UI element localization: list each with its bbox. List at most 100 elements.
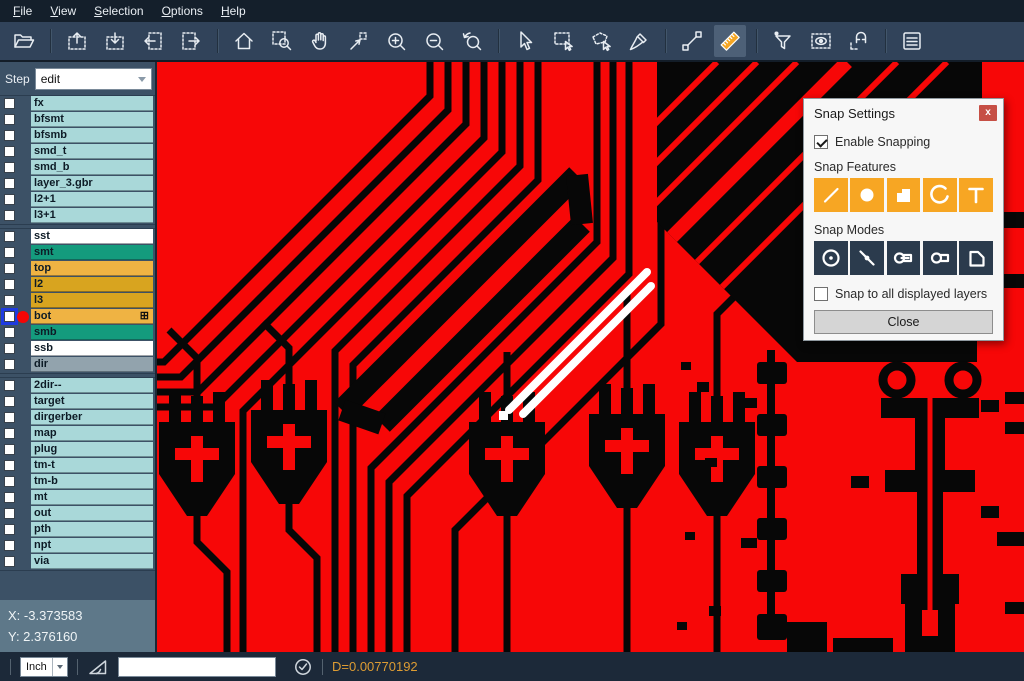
layer-visibility-checkbox[interactable] xyxy=(4,194,15,205)
filter-icon[interactable] xyxy=(767,25,799,57)
menu-view[interactable]: View xyxy=(41,1,85,21)
layer-name[interactable]: tm-t xyxy=(31,458,153,473)
layer-name[interactable]: bfsmt xyxy=(31,112,153,127)
layer-name[interactable]: ssb xyxy=(31,341,153,356)
layer-name[interactable]: via xyxy=(31,554,153,569)
layer-visibility-checkbox[interactable] xyxy=(4,556,15,567)
layer-visibility-checkbox[interactable] xyxy=(4,508,15,519)
grid-icon[interactable]: ⊞ xyxy=(140,310,149,323)
enable-snapping-checkbox[interactable] xyxy=(814,135,828,149)
snap-feature-arc-button[interactable] xyxy=(923,178,957,212)
report-icon[interactable] xyxy=(896,25,928,57)
layer-visibility-checkbox[interactable] xyxy=(4,162,15,173)
layer-visibility-checkbox[interactable] xyxy=(4,130,15,141)
snap-feature-line-button[interactable] xyxy=(814,178,848,212)
layer-visibility-checkbox[interactable] xyxy=(4,178,15,189)
layer-name[interactable]: smd_b xyxy=(31,160,153,175)
layer-name[interactable]: npt xyxy=(31,538,153,553)
layer-name[interactable]: bot⊞ xyxy=(31,309,153,324)
shift-right-icon[interactable] xyxy=(175,25,207,57)
open-folder-icon[interactable] xyxy=(8,25,40,57)
snap-mode-on-line-button[interactable] xyxy=(850,241,884,275)
menu-help[interactable]: Help xyxy=(212,1,255,21)
zoom-out-icon[interactable] xyxy=(418,25,450,57)
snap-mode-pad-slot-button[interactable] xyxy=(887,241,921,275)
layer-name[interactable]: dirgerber xyxy=(31,410,153,425)
layer-name[interactable]: plug xyxy=(31,442,153,457)
home-icon[interactable] xyxy=(228,25,260,57)
select-polygon-icon[interactable] xyxy=(585,25,617,57)
import-bottom-icon[interactable] xyxy=(99,25,131,57)
snap-mode-pad-outline-button[interactable] xyxy=(923,241,957,275)
layer-visibility-checkbox[interactable] xyxy=(4,231,15,242)
confirm-circle-icon[interactable] xyxy=(293,657,313,677)
layer-visibility-checkbox[interactable] xyxy=(4,444,15,455)
layer-name[interactable]: dir xyxy=(31,357,153,372)
snap-magnet-icon[interactable] xyxy=(843,25,875,57)
zoom-previous-icon[interactable] xyxy=(456,25,488,57)
layer-visibility-checkbox[interactable] xyxy=(4,327,15,338)
layer-name[interactable]: out xyxy=(31,506,153,521)
layer-name[interactable]: l2+1 xyxy=(31,192,153,207)
layer-visibility-checkbox[interactable] xyxy=(4,492,15,503)
select-rectangle-icon[interactable] xyxy=(547,25,579,57)
layer-name[interactable]: mt xyxy=(31,490,153,505)
measure-distance-icon[interactable] xyxy=(676,25,708,57)
zoom-window-icon[interactable] xyxy=(266,25,298,57)
menu-options[interactable]: Options xyxy=(153,1,212,21)
layer-visibility-checkbox[interactable] xyxy=(4,295,15,306)
dialog-title-bar[interactable]: Snap Settings x xyxy=(814,99,993,127)
layer-visibility-checkbox[interactable] xyxy=(4,524,15,535)
layer-visibility-checkbox[interactable] xyxy=(4,210,15,221)
layer-name[interactable]: bfsmb xyxy=(31,128,153,143)
layer-visibility-checkbox[interactable] xyxy=(4,428,15,439)
show-hide-eye-icon[interactable] xyxy=(805,25,837,57)
ruler-icon[interactable] xyxy=(714,25,746,57)
layer-name[interactable]: layer_3.gbr xyxy=(31,176,153,191)
pan-hand-icon[interactable] xyxy=(304,25,336,57)
layer-name[interactable]: smd_t xyxy=(31,144,153,159)
import-top-icon[interactable] xyxy=(61,25,93,57)
layer-visibility-checkbox[interactable] xyxy=(4,540,15,551)
layer-visibility-checkbox[interactable] xyxy=(4,311,15,322)
layer-visibility-checkbox[interactable] xyxy=(4,98,15,109)
layer-visibility-checkbox[interactable] xyxy=(4,343,15,354)
layer-name[interactable]: target xyxy=(31,394,153,409)
layer-name[interactable]: smt xyxy=(31,245,153,260)
command-input[interactable] xyxy=(118,657,276,677)
close-icon[interactable]: x xyxy=(979,105,997,121)
snap-mode-center-button[interactable] xyxy=(814,241,848,275)
snap-feature-text-button[interactable] xyxy=(959,178,993,212)
snap-feature-pad-button[interactable] xyxy=(850,178,884,212)
snap-mode-polygon-corner-button[interactable] xyxy=(959,241,993,275)
layer-name[interactable]: fx xyxy=(31,96,153,111)
unit-select[interactable]: Inch xyxy=(20,657,68,677)
layer-visibility-checkbox[interactable] xyxy=(4,279,15,290)
select-pointer-icon[interactable] xyxy=(509,25,541,57)
layer-visibility-checkbox[interactable] xyxy=(4,412,15,423)
layer-visibility-checkbox[interactable] xyxy=(4,359,15,370)
shift-left-icon[interactable] xyxy=(137,25,169,57)
layer-name[interactable]: sst xyxy=(31,229,153,244)
layer-visibility-checkbox[interactable] xyxy=(4,146,15,157)
layer-name[interactable]: l3+1 xyxy=(31,208,153,223)
layer-visibility-checkbox[interactable] xyxy=(4,476,15,487)
layer-name[interactable]: l3 xyxy=(31,293,153,308)
layer-name[interactable]: l2 xyxy=(31,277,153,292)
layer-name[interactable]: top xyxy=(31,261,153,276)
zoom-in-icon[interactable] xyxy=(380,25,412,57)
menu-file[interactable]: File xyxy=(4,1,41,21)
layer-visibility-checkbox[interactable] xyxy=(4,263,15,274)
snap-all-layers-checkbox[interactable] xyxy=(814,287,828,301)
layer-visibility-checkbox[interactable] xyxy=(4,380,15,391)
layer-name[interactable]: 2dir-- xyxy=(31,378,153,393)
menu-selection[interactable]: Selection xyxy=(85,1,152,21)
layer-name[interactable]: map xyxy=(31,426,153,441)
layer-name[interactable]: pth xyxy=(31,522,153,537)
layer-visibility-checkbox[interactable] xyxy=(4,396,15,407)
snap-feature-surface-button[interactable] xyxy=(887,178,921,212)
layer-name[interactable]: smb xyxy=(31,325,153,340)
layer-visibility-checkbox[interactable] xyxy=(4,114,15,125)
layer-name[interactable]: tm-b xyxy=(31,474,153,489)
step-select[interactable]: edit xyxy=(35,68,152,90)
